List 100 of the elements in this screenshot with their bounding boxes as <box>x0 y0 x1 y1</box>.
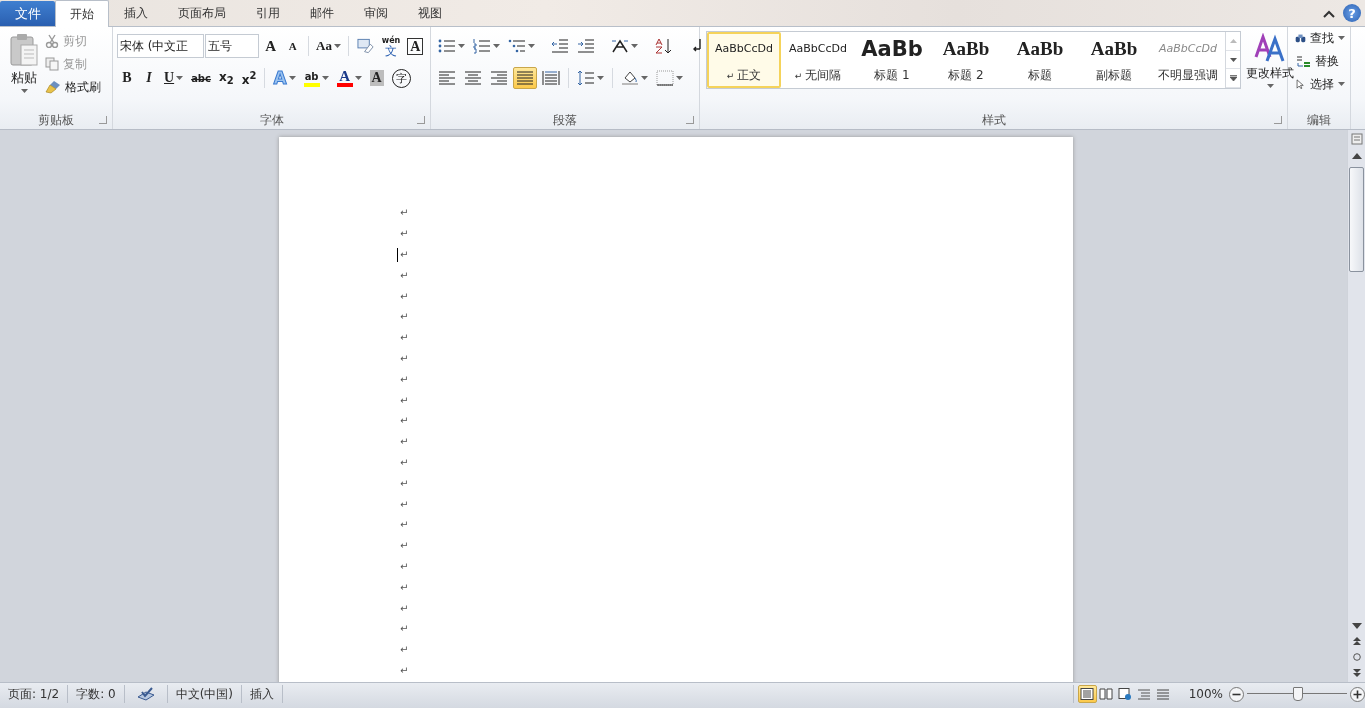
style-item[interactable]: AaBb 标题 1 <box>855 32 929 88</box>
borders-button[interactable] <box>653 67 686 89</box>
font-format-button[interactable]: B <box>117 67 137 89</box>
group-label: 字体 <box>259 111 284 129</box>
clipboard-button[interactable]: 格式刷 <box>44 77 102 97</box>
caret-icon[interactable] <box>493 44 500 48</box>
font-format-button[interactable]: I <box>139 67 159 89</box>
change-styles-button[interactable]: 更改样式 <box>1245 31 1295 111</box>
font-format-button[interactable]: ab <box>300 67 332 89</box>
proofing-icon[interactable] <box>136 687 155 701</box>
editing-button[interactable]: 替换 <box>1294 51 1346 71</box>
print-view-icon <box>1080 688 1095 700</box>
paragraph-mark: ↵ <box>400 498 409 511</box>
font-format-button[interactable]: x$^{2}$ <box>238 67 260 89</box>
scissors-icon <box>45 34 59 48</box>
font-format-button[interactable]: wén 文 <box>379 35 403 57</box>
scroll-up-icon[interactable] <box>1351 153 1362 159</box>
borders-icon <box>656 70 674 86</box>
reading-view-button[interactable] <box>1096 685 1116 703</box>
font-format-button[interactable]: A <box>333 67 365 89</box>
caret-icon[interactable] <box>528 44 535 48</box>
letters-icon <box>1254 33 1286 63</box>
caret-icon[interactable] <box>354 76 362 80</box>
caret-icon[interactable] <box>321 76 329 80</box>
font-format-button[interactable]: Aa <box>313 35 344 57</box>
outline-view-icon <box>1137 688 1152 700</box>
font-format-button[interactable]: A <box>282 35 303 57</box>
ribbon-tab[interactable]: 插入 <box>109 0 163 26</box>
editing-button[interactable]: 选择 <box>1294 74 1346 94</box>
paragraph-mark: ↵ <box>400 269 409 282</box>
zoom-out-button[interactable] <box>1229 687 1244 702</box>
paragraph-mark: ↵ <box>400 540 409 553</box>
ribbon-tab[interactable]: 页面布局 <box>163 0 241 26</box>
caret-icon[interactable] <box>597 76 604 80</box>
zoom-in-button[interactable] <box>1350 687 1365 702</box>
print-view-button[interactable] <box>1077 685 1097 703</box>
zoom-level[interactable]: 100% <box>1188 685 1223 703</box>
paragraph-mark: ↵ <box>400 352 409 365</box>
font-format-button[interactable]: x$_{2}$ <box>215 67 237 89</box>
pointer-icon <box>1295 77 1306 91</box>
ribbon-tab[interactable]: 引用 <box>241 0 295 26</box>
sort-icon <box>654 38 672 54</box>
zoom-slider[interactable] <box>1247 685 1347 703</box>
indent-icon <box>577 38 595 54</box>
ribbon-tab[interactable]: 审阅 <box>349 0 403 26</box>
caret-icon[interactable] <box>458 44 465 48</box>
caret-icon[interactable] <box>333 44 341 48</box>
word-count[interactable]: 字数: 0 <box>68 685 125 703</box>
group-label: 样式 <box>981 111 1006 129</box>
style-item[interactable]: AaBbCcDd 不明显强调 <box>1151 32 1225 88</box>
ribbon-tab[interactable]: 开始 <box>55 0 109 27</box>
center-icon <box>464 70 482 86</box>
numbering-icon <box>473 38 491 54</box>
font-format-button[interactable]: A <box>260 35 281 57</box>
ribbon-tab[interactable]: 邮件 <box>295 0 349 26</box>
scroll-down-icon[interactable] <box>1229 57 1237 62</box>
style-item[interactable]: AaBb 标题 2 <box>929 32 1003 88</box>
paragraph-mark: ↵ <box>400 290 409 303</box>
editing-button[interactable]: 查找 <box>1294 28 1346 48</box>
next-page-icon[interactable] <box>1352 669 1361 677</box>
more-icon[interactable] <box>1229 75 1237 82</box>
font-format-button[interactable]: abc <box>188 67 214 89</box>
caret-icon[interactable] <box>631 44 638 48</box>
file-tab[interactable]: 文件 <box>0 1 55 26</box>
caret-icon[interactable] <box>288 76 296 80</box>
paragraph-mark: ↵ <box>400 228 409 241</box>
ribbon-tab[interactable]: 视图 <box>403 0 457 26</box>
scroll-down-icon[interactable] <box>1351 623 1362 629</box>
paintbrush-icon <box>45 80 61 94</box>
caret-icon[interactable] <box>176 76 184 80</box>
font-name-dropdown[interactable]: 宋体 (中文正 <box>117 34 205 58</box>
paragraph-mark: ↵ <box>400 664 409 677</box>
paragraph-mark: ↵ <box>400 207 409 220</box>
style-item[interactable]: AaBb 副标题 <box>1077 32 1151 88</box>
style-item[interactable]: AaBb 标题 <box>1003 32 1077 88</box>
previous-page-icon[interactable] <box>1352 637 1361 645</box>
paragraph-mark: ↵ <box>400 581 409 594</box>
caret-icon[interactable] <box>1338 36 1345 40</box>
browse-object-icon[interactable] <box>1352 653 1361 661</box>
style-item[interactable]: AaBbCcDd ↵ 无间隔 <box>781 32 855 88</box>
paragraph-mark: ↵ <box>400 415 409 428</box>
copy-icon <box>45 57 59 71</box>
style-item[interactable]: AaBbCcDd ↵ 正文 <box>707 32 781 88</box>
paragraph-mark: ↵ <box>400 623 409 636</box>
collapse-ribbon-icon[interactable] <box>1323 10 1335 18</box>
paste-button[interactable]: 粘贴 <box>4 30 44 111</box>
font-size-dropdown[interactable]: 五号 <box>205 34 259 58</box>
scroll-thumb[interactable] <box>1349 167 1364 272</box>
insert-mode-indicator[interactable]: 插入 <box>242 685 284 703</box>
vertical-scrollbar[interactable] <box>1347 130 1365 682</box>
language-indicator[interactable]: 中文(中国) <box>167 685 243 703</box>
page-count[interactable]: 页面: 1/2 <box>0 685 69 703</box>
justify-button[interactable] <box>513 67 537 89</box>
caret-icon[interactable] <box>1338 82 1345 86</box>
web-view-icon <box>1118 688 1133 700</box>
font-format-button[interactable]: U <box>161 67 187 89</box>
caret-icon[interactable] <box>641 76 648 80</box>
paragraph-mark: ↵ <box>400 436 409 449</box>
caret-icon[interactable] <box>676 76 683 80</box>
ruler-toggle-icon[interactable] <box>1350 133 1363 145</box>
